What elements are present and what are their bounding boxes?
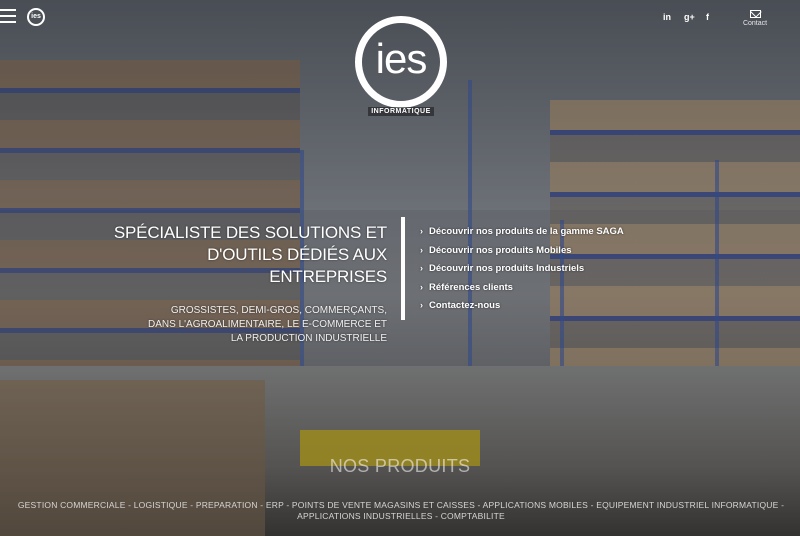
hero-title-line-2: D'OUTILS DÉDIÉS AUX ENTREPRISES (207, 245, 387, 286)
menu-item-saga[interactable]: › Découvrir nos produits de la gamme SAGA (420, 224, 624, 243)
logo-circle: ies (355, 16, 447, 108)
chevron-right-icon: › (420, 281, 423, 292)
menu-item-references[interactable]: › Références clients (420, 280, 624, 299)
logo-subtitle: INFORMATIQUE (368, 107, 434, 116)
hero-menu: › Découvrir nos produits de la gamme SAGA… (420, 224, 624, 317)
hero-desc-line-2: DANS L'AGROALIMENTAIRE, LE E-COMMERCE ET (148, 319, 387, 330)
hero-title-line-1: SPÉCIALISTE DES SOLUTIONS ET (113, 223, 387, 242)
chevron-right-icon: › (420, 263, 423, 273)
google-plus-icon[interactable]: g+ (684, 12, 695, 22)
hamburger-menu-icon[interactable] (0, 9, 16, 23)
hero-desc-line-1: GROSSISTES, DEMI-GROS, COMMERÇANTS, (170, 305, 387, 316)
vertical-divider (401, 217, 405, 320)
facebook-icon[interactable]: f (706, 12, 709, 22)
hero-text: SPÉCIALISTE DES SOLUTIONS ET D'OUTILS DÉ… (87, 222, 387, 346)
contact-label: Contact (742, 20, 768, 27)
envelope-icon (749, 10, 761, 18)
small-logo[interactable]: ies (27, 8, 45, 26)
menu-item-industriels[interactable]: › Découvrir nos produits Industriels (420, 261, 624, 280)
products-title: NOS PRODUITS (329, 456, 471, 476)
logo-word: ies (375, 35, 428, 82)
hero-desc-line-3: LA PRODUCTION INDUSTRIELLE (230, 333, 387, 344)
products-list[interactable]: GESTION COMMERCIALE - LOGISTIQUE - PREPA… (6, 500, 796, 522)
linkedin-icon[interactable]: in (663, 12, 671, 22)
chevron-right-icon: › (420, 244, 423, 255)
ies-logo[interactable]: ies INFORMATIQUE (354, 16, 448, 126)
menu-item-mobiles[interactable]: › Découvrir nos produits Mobiles (420, 243, 624, 262)
menu-item-contact[interactable]: › Contactez-nous (420, 298, 624, 317)
chevron-right-icon: › (420, 300, 423, 310)
contact-button[interactable]: Contact (738, 10, 772, 27)
chevron-right-icon: › (420, 226, 423, 236)
